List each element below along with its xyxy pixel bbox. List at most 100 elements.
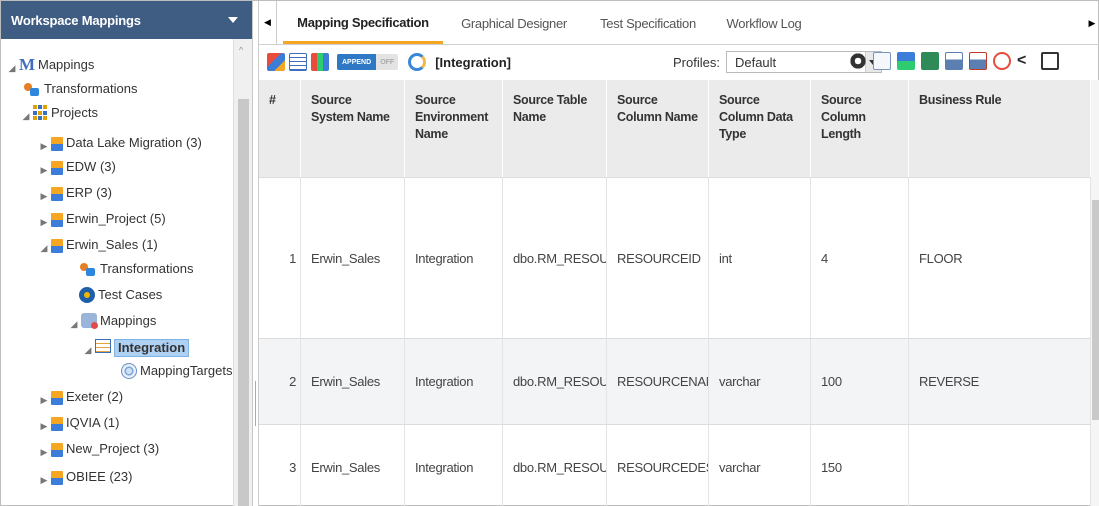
tree-item-transformations[interactable]: Transformations xyxy=(79,261,193,277)
tree-item-project[interactable]: ▶ New_Project (3) xyxy=(37,441,159,460)
chevron-down-icon[interactable] xyxy=(228,17,238,23)
column-header[interactable]: Source Column Name xyxy=(607,80,709,177)
collapse-arrow-icon[interactable]: ▶ xyxy=(37,444,51,460)
table-row[interactable]: 2 Erwin_Sales Integration dbo.RM_RESOURC… xyxy=(259,339,1091,425)
toolbar: APPEND OFF [Integration] Profiles: Defau… xyxy=(259,45,1099,79)
collapse-arrow-icon[interactable]: ▶ xyxy=(37,418,51,434)
table-row[interactable]: 3 Erwin_Sales Integration dbo.RM_RESOURC… xyxy=(259,425,1091,506)
tree-item-project[interactable]: ▶ IQVIA (1) xyxy=(37,415,119,434)
scrollbar-thumb[interactable] xyxy=(1092,200,1099,420)
tab-scroll-left-icon[interactable]: ◀ xyxy=(259,1,277,44)
new-mapping-icon[interactable] xyxy=(267,53,285,71)
tree-item-project[interactable]: ▶ Erwin_Project (5) xyxy=(37,211,166,230)
tree-item-test-cases[interactable]: Test Cases xyxy=(79,287,162,303)
table-cell[interactable]: dbo.RM_RESOURCE xyxy=(503,339,607,424)
table-cell[interactable]: RESOURCEID xyxy=(607,178,709,338)
collapse-arrow-icon[interactable]: ▶ xyxy=(37,138,51,154)
collapse-arrow-icon[interactable]: ▶ xyxy=(37,392,51,408)
collapse-arrow-icon[interactable]: ▶ xyxy=(37,188,51,204)
collapse-arrow-icon[interactable]: ▶ xyxy=(37,162,51,178)
expand-arrow-icon[interactable]: ◢ xyxy=(81,342,95,358)
expand-arrow-icon[interactable]: ◢ xyxy=(5,60,19,76)
grid-settings-icon[interactable] xyxy=(311,53,329,71)
cancel-icon[interactable] xyxy=(993,52,1011,70)
tree-item-project[interactable]: ▶ Exeter (2) xyxy=(37,389,123,408)
project-icon xyxy=(51,239,63,253)
table-row[interactable]: 1 Erwin_Sales Integration dbo.RM_RESOURC… xyxy=(259,178,1091,339)
table-cell[interactable]: Integration xyxy=(405,425,503,506)
append-on-label: APPEND xyxy=(337,54,377,70)
project-icon xyxy=(51,161,63,175)
expand-arrow-icon[interactable]: ◢ xyxy=(19,108,33,124)
table-cell[interactable] xyxy=(909,425,1091,506)
collapse-arrow-icon[interactable]: ▶ xyxy=(37,472,51,488)
table-cell[interactable]: Integration xyxy=(405,339,503,424)
expand-icon[interactable] xyxy=(1041,52,1059,70)
save-version-icon[interactable] xyxy=(969,52,987,70)
mapping-spec-grid: # Source System Name Source Environment … xyxy=(259,80,1091,506)
tree-item-projects[interactable]: ◢ Projects xyxy=(19,105,98,124)
tree-item-transformations[interactable]: Transformations xyxy=(23,81,137,97)
table-cell[interactable]: varchar xyxy=(709,339,811,424)
tree-item-mappings[interactable]: ◢ Mappings xyxy=(67,313,156,332)
tab-graphical-designer[interactable]: Graphical Designer xyxy=(443,1,585,44)
table-cell[interactable]: Erwin_Sales xyxy=(301,425,405,506)
refresh-icon[interactable] xyxy=(408,53,427,71)
column-header[interactable]: Source Environment Name xyxy=(405,80,503,177)
scroll-up-icon[interactable]: ^ xyxy=(239,45,243,55)
tree-item-label: Transformations xyxy=(44,81,138,96)
project-icon xyxy=(51,443,63,457)
tree-item-integration[interactable]: ◢ Integration xyxy=(81,339,190,358)
column-header[interactable]: Source Column Data Type xyxy=(709,80,811,177)
tree-item-project[interactable]: ▶ EDW (3) xyxy=(37,159,116,178)
export-etl-icon[interactable] xyxy=(897,52,915,70)
table-cell[interactable]: RESOURCENAME xyxy=(607,339,709,424)
expand-arrow-icon[interactable]: ◢ xyxy=(67,316,81,332)
export-excel-icon[interactable] xyxy=(921,52,939,70)
tree-item-project[interactable]: ▶ OBIEE (23) xyxy=(37,469,132,488)
table-cell[interactable]: 150 xyxy=(811,425,909,506)
tab-workflow-log[interactable]: Workflow Log xyxy=(711,1,817,44)
table-cell[interactable]: dbo.RM_RESOURCE xyxy=(503,178,607,338)
document-search-icon[interactable] xyxy=(873,52,891,70)
tab-test-specification[interactable]: Test Specification xyxy=(585,1,711,44)
expand-arrow-icon[interactable]: ◢ xyxy=(37,240,51,256)
save-icon[interactable] xyxy=(945,52,963,70)
table-cell[interactable]: Erwin_Sales xyxy=(301,178,405,338)
tree-item-mapping-targets[interactable]: MappingTargets xyxy=(121,363,233,379)
tree-item-mappings-root[interactable]: ◢ M Mappings xyxy=(5,55,95,76)
tree-item-project[interactable]: ▶ ERP (3) xyxy=(37,185,112,204)
grid-scrollbar[interactable] xyxy=(1091,80,1099,506)
table-cell[interactable]: 4 xyxy=(811,178,909,338)
collapse-arrow-icon[interactable]: ▶ xyxy=(37,214,51,230)
spec-view-icon[interactable] xyxy=(289,53,307,71)
table-cell[interactable]: Erwin_Sales xyxy=(301,339,405,424)
scrollbar-thumb[interactable] xyxy=(238,99,249,506)
tree-scrollbar[interactable]: ^ xyxy=(233,39,252,506)
tree-item-label: Data Lake Migration (3) xyxy=(66,135,202,150)
column-header[interactable]: # xyxy=(259,80,301,177)
panel-header[interactable]: Workspace Mappings xyxy=(1,1,252,39)
append-toggle[interactable]: APPEND OFF xyxy=(337,54,399,70)
tree-item-project[interactable]: ▶ Data Lake Migration (3) xyxy=(37,135,202,154)
gear-icon[interactable] xyxy=(849,52,867,70)
table-cell[interactable]: Integration xyxy=(405,178,503,338)
tab-mapping-specification[interactable]: Mapping Specification xyxy=(283,1,443,44)
table-cell[interactable]: varchar xyxy=(709,425,811,506)
column-header[interactable]: Source Table Name xyxy=(503,80,607,177)
mappings-m-icon: M xyxy=(19,55,36,74)
tree-item-project[interactable]: ◢ Erwin_Sales (1) xyxy=(37,237,158,256)
table-cell[interactable]: dbo.RM_RESOURCE xyxy=(503,425,607,506)
table-cell[interactable]: RESOURCEDESC xyxy=(607,425,709,506)
column-header[interactable]: Source System Name xyxy=(301,80,405,177)
share-icon[interactable]: < xyxy=(1017,52,1035,70)
tree-item-label: New_Project (3) xyxy=(66,441,160,456)
table-cell[interactable]: REVERSE xyxy=(909,339,1091,424)
table-cell[interactable]: int xyxy=(709,178,811,338)
table-cell[interactable]: 100 xyxy=(811,339,909,424)
table-cell[interactable]: FLOOR xyxy=(909,178,1091,338)
column-header[interactable]: Source Column Length xyxy=(811,80,909,177)
project-icon xyxy=(51,187,63,201)
tab-scroll-right-icon[interactable]: ▶ xyxy=(1084,1,1099,45)
column-header[interactable]: Business Rule xyxy=(909,80,1091,177)
